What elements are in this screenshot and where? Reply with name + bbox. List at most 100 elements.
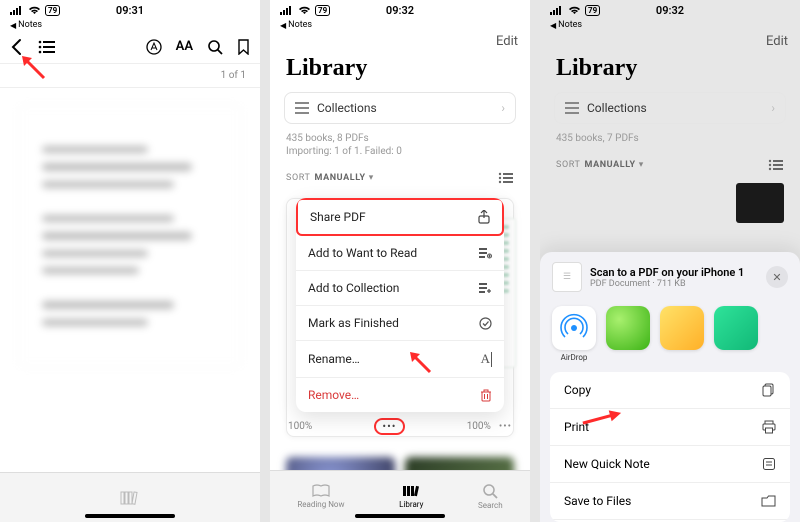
copy-icon [762,383,776,397]
share-subtitle: PDF Document · 711 KB [590,279,744,289]
menu-share-pdf[interactable]: Share PDF [296,198,504,236]
status-bar: 09:32 79 [540,0,800,20]
close-button[interactable]: ✕ [766,266,788,288]
status-icons: 79 [280,5,330,16]
appearance-icon[interactable] [146,39,162,55]
sort-row[interactable]: SORT MANUALLY ▾ [270,158,530,190]
airdrop-icon [552,306,596,350]
more-dots-icon[interactable]: ••• [499,421,512,432]
tab-reading-now[interactable]: Reading Now [297,484,344,509]
status-bar: 09:32 79 [270,0,530,20]
folder-icon [761,495,776,507]
action-label: Print [564,420,589,434]
back-app-label: Notes [18,20,42,30]
home-indicator[interactable] [355,514,445,518]
rename-icon: A​ [481,351,492,367]
app-label: AirDrop [561,353,588,362]
share-apps-row: AirDrop [540,302,800,372]
share-app-green2[interactable] [714,306,758,362]
collections-row[interactable]: Collections › [554,92,786,124]
back-triangle-icon: ◀ [550,21,556,30]
menu-label: Add to Collection [308,281,399,295]
list-view-icon[interactable] [498,172,514,184]
contents-list-icon[interactable] [38,40,56,54]
battery-icon: 79 [315,5,330,16]
search-icon [482,483,498,499]
status-icons: 79 [550,5,600,16]
text-size-icon[interactable]: AA [176,39,193,54]
edit-button[interactable]: Edit [496,34,518,49]
library-meta: 435 books, 8 PDFs Importing: 1 of 1. Fai… [270,124,530,158]
battery-icon: 79 [585,5,600,16]
library-meta: 435 books, 7 PDFs [540,124,800,145]
menu-label: Remove… [308,388,359,402]
panel-books-reader: 09:31 79 ◀Notes AA 1 of 1 [0,0,260,522]
edit-button[interactable]: Edit [766,34,788,49]
action-label: Save to Files [564,494,631,508]
share-app-green1[interactable] [606,306,650,362]
library-icon [401,484,421,498]
menu-mark-finished[interactable]: Mark as Finished [296,306,504,341]
home-indicator[interactable] [85,514,175,518]
action-print[interactable]: Print [550,409,790,446]
bookmark-icon[interactable] [237,39,250,55]
page-indicator: 1 of 1 [0,64,260,88]
list-view-icon[interactable] [768,159,784,171]
menu-want-to-read[interactable]: Add to Want to Read [296,236,504,271]
back-to-app[interactable]: ◀Notes [540,20,800,30]
book-cover-dark[interactable] [736,183,784,223]
app-icon [714,306,758,350]
back-app-label: Notes [288,20,312,30]
meta-count: 435 books, 7 PDFs [556,132,784,145]
signal-icon [10,5,24,15]
status-bar: 09:31 79 [0,0,260,20]
tab-library[interactable]: Library [399,484,423,509]
action-quick-note[interactable]: New Quick Note [550,446,790,483]
back-triangle-icon: ◀ [280,21,286,30]
app-icon [660,306,704,350]
document-area[interactable] [0,88,260,386]
panel-share-sheet: 09:32 79 ◀Notes Edit Library Collections… [540,0,800,522]
progress-row: 100% ••• 100% ••• [286,412,514,437]
chevron-down-icon: ▾ [639,160,644,170]
menu-remove[interactable]: Remove… [296,378,504,412]
chevron-down-icon: ▾ [369,173,374,183]
wifi-icon [28,5,41,15]
share-app-yellow[interactable] [660,306,704,362]
action-copy[interactable]: Copy [550,372,790,409]
sort-value: MANUALLY [585,160,636,170]
library-title: Library [270,49,530,92]
menu-add-collection[interactable]: Add to Collection [296,271,504,306]
more-dots-button[interactable]: ••• [374,418,404,435]
library-shelf-icon[interactable] [119,489,141,507]
sort-label: SORT [556,160,581,170]
sort-label: SORT [286,173,311,183]
collections-list-icon [295,102,309,114]
close-icon: ✕ [772,271,781,284]
search-icon[interactable] [207,39,223,55]
collections-row[interactable]: Collections › [284,92,516,124]
share-header: ☰ Scan to a PDF on your iPhone 1 PDF Doc… [540,252,800,302]
add-collection-icon [478,282,492,294]
action-label: New Quick Note [564,457,650,471]
collections-list-icon [565,102,579,114]
share-app-airdrop[interactable]: AirDrop [552,306,596,362]
back-chevron-icon[interactable] [10,38,24,56]
book-covers-row [556,183,784,223]
app-icon [606,306,650,350]
collections-label: Collections [317,101,377,115]
status-icons: 79 [10,5,60,16]
back-to-app[interactable]: ◀Notes [0,20,260,30]
progress-right: 100% [467,421,491,432]
action-save-files[interactable]: Save to Files [550,483,790,520]
back-app-label: Notes [558,20,582,30]
signal-icon [280,5,294,15]
context-menu: Share PDF Add to Want to Read Add to Col… [296,198,504,412]
menu-rename[interactable]: Rename… A​ [296,341,504,378]
sort-row[interactable]: SORT MANUALLY ▾ [540,145,800,177]
tab-label: Search [478,501,503,510]
chevron-right-icon: › [501,101,505,115]
tab-search[interactable]: Search [478,483,503,510]
back-to-app[interactable]: ◀Notes [270,20,530,30]
meta-import: Importing: 1 of 1. Failed: 0 [286,145,514,158]
